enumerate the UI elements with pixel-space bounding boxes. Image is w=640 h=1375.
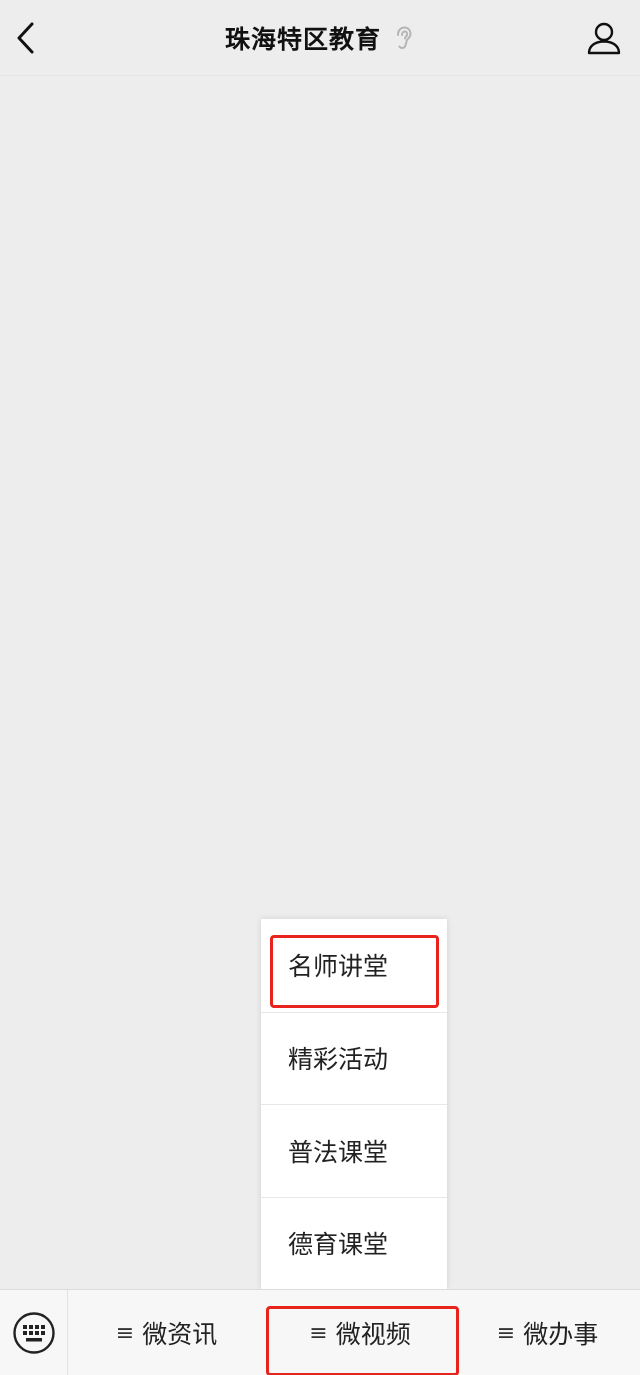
menu-tab-video[interactable]: ≡ 微视频	[265, 1290, 459, 1375]
menu-tab-services[interactable]: ≡ 微办事	[455, 1290, 640, 1375]
menu-tab-news[interactable]: ≡ 微资讯	[68, 1290, 265, 1375]
menu-icon: ≡	[115, 1320, 135, 1346]
menu-icon: ≡	[496, 1320, 516, 1346]
submenu-item-famous-teacher-lecture[interactable]: 名师讲堂	[261, 919, 447, 1012]
keyboard-toggle-button[interactable]	[0, 1290, 68, 1375]
bottom-menu-bar: ≡ 微资讯 ≡ 微视频 ≡ 微办事	[0, 1289, 640, 1375]
menu-tab-label: 微资讯	[142, 1320, 218, 1349]
keyboard-icon	[12, 1312, 55, 1354]
menu-icon: ≡	[309, 1320, 328, 1346]
menu-tab-label: 微视频	[335, 1320, 411, 1349]
ear-icon	[395, 25, 415, 51]
title-area: 珠海特区教育	[0, 18, 640, 58]
top-nav-bar: 珠海特区教育	[0, 0, 640, 76]
submenu-item-law-class[interactable]: 普法课堂	[261, 1104, 447, 1197]
wechat-official-account-page: 珠海特区教育 名师讲堂 精彩活动 普法课堂 德育课堂 ≡ 微资讯 ≡ 微视频 ≡…	[0, 0, 640, 1375]
page-title: 珠海特区教育	[224, 25, 381, 54]
menu-tab-label: 微办事	[523, 1320, 599, 1349]
profile-button[interactable]	[582, 14, 626, 62]
submenu-item-moral-class[interactable]: 德育课堂	[261, 1196, 447, 1290]
video-submenu-popup: 名师讲堂 精彩活动 普法课堂 德育课堂	[261, 919, 447, 1289]
submenu-item-wonderful-activities[interactable]: 精彩活动	[261, 1011, 447, 1105]
user-profile-icon	[587, 22, 621, 55]
